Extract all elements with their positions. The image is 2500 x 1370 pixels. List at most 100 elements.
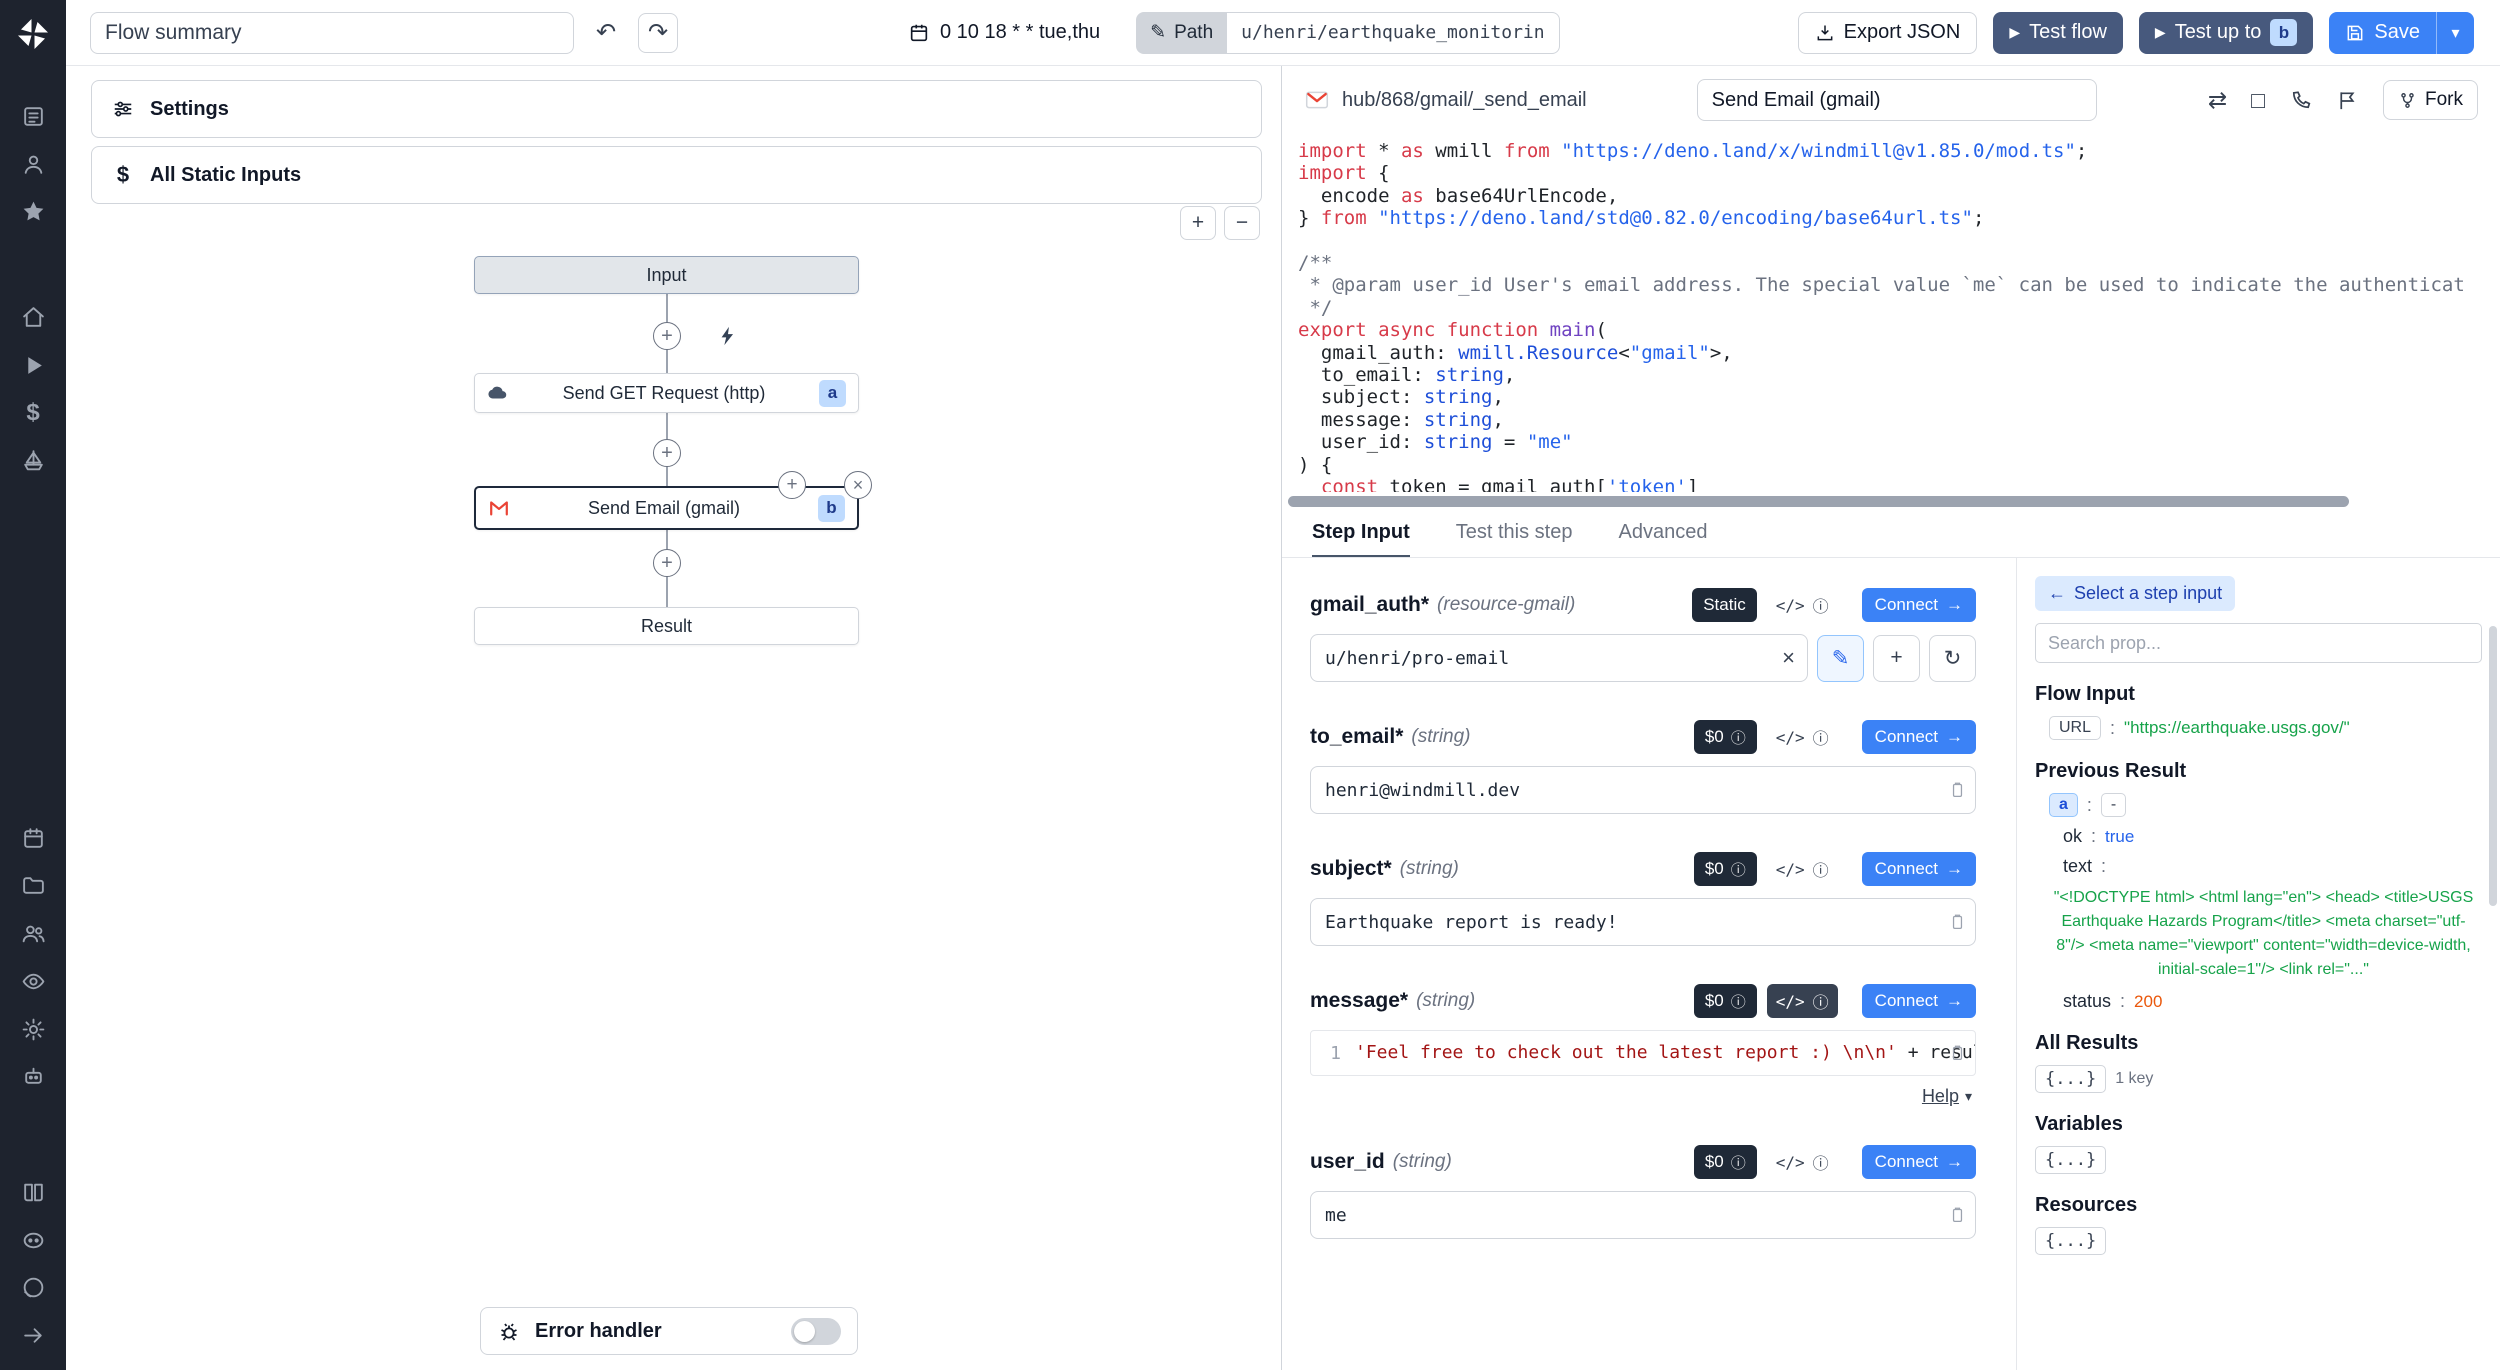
path-edit-button[interactable]: ✎ Path: [1136, 12, 1227, 54]
box-icon[interactable]: □: [2251, 89, 2265, 112]
expand-sidebar-arrow-icon[interactable]: [15, 1319, 51, 1352]
redo-button[interactable]: ↷: [638, 13, 678, 53]
code-mode-button[interactable]: </>ⓘ: [1767, 852, 1838, 886]
expr-mode-button[interactable]: $0ⓘ: [1694, 720, 1757, 754]
node-http-get[interactable]: Send GET Request (http) a: [474, 373, 859, 413]
flag-icon[interactable]: [2336, 89, 2359, 112]
export-json-button[interactable]: Export JSON: [1798, 12, 1978, 54]
user-icon[interactable]: [15, 148, 51, 181]
schedule-display[interactable]: 0 10 18 * * tue,thu: [908, 21, 1100, 44]
connect-button[interactable]: Connect→: [1862, 1145, 1976, 1179]
url-value[interactable]: "https://earthquake.usgs.gov/": [2124, 718, 2350, 738]
text-value-preview[interactable]: "<!DOCTYPE html> <html lang="en"> <head>…: [2051, 886, 2476, 982]
variables-object-chip[interactable]: {...}: [2035, 1146, 2106, 1174]
insert-step-button[interactable]: +: [653, 439, 681, 467]
search-prop-input[interactable]: [2035, 623, 2482, 663]
add-resource-button[interactable]: +: [1873, 635, 1920, 682]
message-string: 'Feel free to check out the latest repor…: [1355, 1042, 1908, 1063]
path-value[interactable]: u/henri/earthquake_monitorin: [1227, 12, 1559, 54]
code-mode-button[interactable]: </>ⓘ: [1767, 588, 1838, 622]
undo-button[interactable]: ↶: [586, 13, 626, 53]
phone-icon[interactable]: [2289, 89, 2312, 112]
discord-icon[interactable]: [15, 1224, 51, 1257]
user-id-input[interactable]: [1311, 1192, 1975, 1238]
refresh-resource-button[interactable]: ↻: [1929, 635, 1976, 682]
home-icon[interactable]: [15, 301, 51, 334]
workers-gear-icon[interactable]: [15, 1013, 51, 1046]
step-a-chip[interactable]: a: [2049, 793, 2078, 817]
insert-step-button[interactable]: +: [653, 549, 681, 577]
vertical-scrollbar[interactable]: [2489, 626, 2497, 906]
code-mode-button-active[interactable]: </>ⓘ: [1767, 984, 1838, 1018]
star-icon[interactable]: [15, 195, 51, 228]
audit-logs-eye-icon[interactable]: [15, 965, 51, 998]
connect-button[interactable]: Connect→: [1862, 588, 1976, 622]
url-key-chip[interactable]: URL: [2049, 716, 2101, 740]
save-dropdown-button[interactable]: ▾: [2436, 12, 2474, 54]
expr-mode-button[interactable]: $0ⓘ: [1694, 852, 1757, 886]
node-result[interactable]: Result: [474, 607, 859, 645]
flow-summary-input[interactable]: [90, 12, 574, 54]
clipboard-icon[interactable]: [1948, 913, 1967, 932]
all-static-inputs-button[interactable]: $ All Static Inputs: [91, 146, 1262, 204]
connect-button[interactable]: Connect→: [1862, 984, 1976, 1018]
trigger-bolt-icon[interactable]: [714, 322, 742, 350]
to-email-input[interactable]: [1311, 767, 1975, 813]
help-link[interactable]: Help: [1922, 1086, 1959, 1107]
expr-mode-button[interactable]: $0ⓘ: [1694, 1145, 1757, 1179]
worker-groups-robot-icon[interactable]: [15, 1060, 51, 1093]
insert-step-button[interactable]: +: [653, 322, 681, 350]
folders-icon[interactable]: [15, 870, 51, 903]
clipboard-icon[interactable]: [1948, 781, 1967, 800]
a-value-chip[interactable]: -: [2101, 793, 2126, 817]
gmail-icon: [488, 497, 510, 519]
connect-button[interactable]: Connect→: [1862, 720, 1976, 754]
move-step-icon[interactable]: +: [778, 471, 806, 499]
node-input[interactable]: Input: [474, 256, 859, 294]
schedules-calendar-icon[interactable]: [15, 822, 51, 855]
all-results-object-chip[interactable]: {...}: [2035, 1065, 2106, 1093]
flow-settings-button[interactable]: Settings: [91, 80, 1262, 138]
code-editor[interactable]: import * as wmill from "https://deno.lan…: [1282, 134, 2500, 492]
edit-resource-button[interactable]: ✎: [1817, 635, 1864, 682]
list-icon[interactable]: [15, 100, 51, 133]
zoom-in-button[interactable]: +: [1180, 206, 1216, 240]
step-name-input[interactable]: [1697, 79, 2097, 121]
test-up-to-button[interactable]: ▶ Test up to b: [2139, 12, 2314, 54]
tab-test-this-step[interactable]: Test this step: [1456, 521, 1573, 557]
subject-input[interactable]: [1311, 899, 1975, 945]
select-step-input-button[interactable]: ← Select a step input: [2035, 576, 2235, 611]
github-icon[interactable]: [15, 1272, 51, 1305]
static-mode-button[interactable]: Static: [1692, 588, 1757, 622]
delete-step-icon[interactable]: ×: [844, 471, 872, 499]
fork-button[interactable]: Fork: [2383, 80, 2478, 120]
hub-script-path[interactable]: hub/868/gmail/_send_email: [1342, 89, 1587, 112]
tab-step-input[interactable]: Step Input: [1312, 521, 1410, 557]
windmill-logo[interactable]: [15, 16, 51, 52]
clipboard-icon[interactable]: [1948, 1206, 1967, 1225]
resources-object-chip[interactable]: {...}: [2035, 1227, 2106, 1255]
tab-advanced[interactable]: Advanced: [1618, 521, 1707, 557]
error-handler-toggle[interactable]: [791, 1318, 841, 1345]
ok-value[interactable]: true: [2105, 827, 2134, 847]
status-value[interactable]: 200: [2134, 992, 2162, 1012]
runs-play-icon[interactable]: [15, 349, 51, 382]
docs-book-icon[interactable]: [15, 1176, 51, 1209]
test-flow-button[interactable]: ▶ Test flow: [1993, 12, 2123, 54]
clipboard-icon[interactable]: [1948, 1044, 1967, 1063]
expr-mode-button[interactable]: $0ⓘ: [1694, 984, 1757, 1018]
message-code-editor[interactable]: 1 'Feel free to check out the latest rep…: [1310, 1030, 1976, 1076]
zoom-out-button[interactable]: −: [1224, 206, 1260, 240]
code-mode-button[interactable]: </>ⓘ: [1767, 720, 1838, 754]
variables-dollar-icon[interactable]: $: [15, 397, 51, 430]
groups-users-icon[interactable]: [15, 917, 51, 950]
gmail-auth-input[interactable]: [1311, 635, 1807, 681]
resources-boat-icon[interactable]: [15, 444, 51, 477]
prop-row-text: text :: [2035, 856, 2482, 877]
code-mode-button[interactable]: </>ⓘ: [1767, 1145, 1838, 1179]
clear-icon[interactable]: ×: [1782, 645, 1795, 671]
swap-icon[interactable]: ⇄: [2208, 89, 2227, 112]
horizontal-scrollbar[interactable]: [1282, 492, 2500, 510]
save-button[interactable]: Save: [2329, 12, 2436, 54]
connect-button[interactable]: Connect→: [1862, 852, 1976, 886]
